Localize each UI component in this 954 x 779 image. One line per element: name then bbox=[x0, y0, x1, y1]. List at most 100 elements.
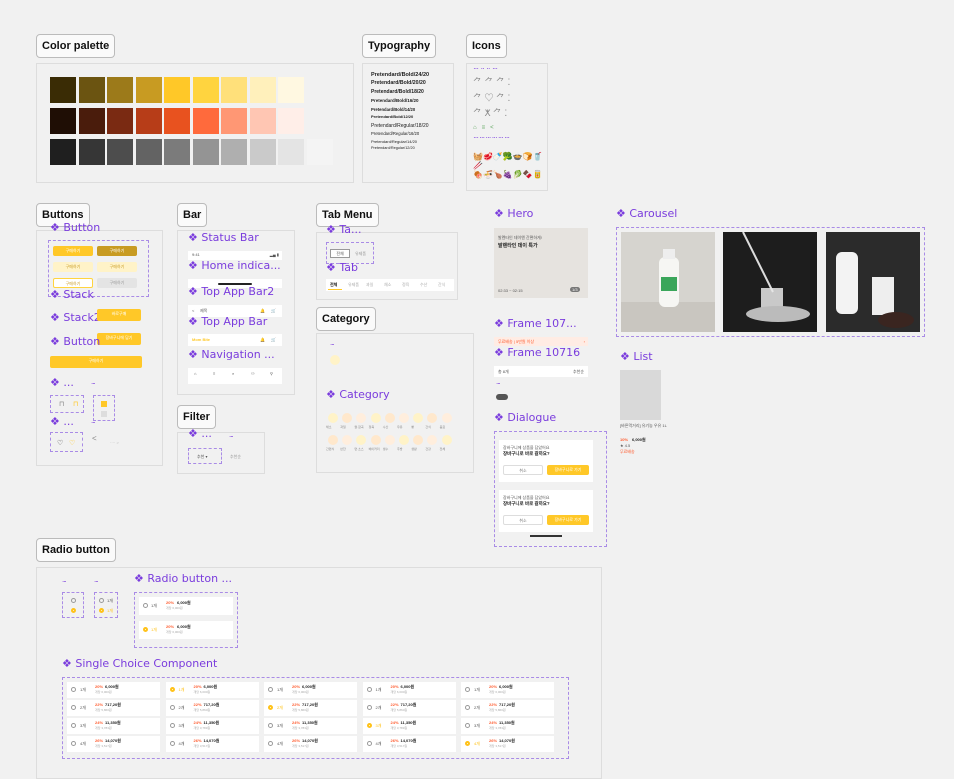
choice-option[interactable]: 3개 24% 11,350원 개당 3,783원 bbox=[67, 718, 160, 734]
tab-item[interactable]: 채소 bbox=[384, 282, 391, 288]
more-icon[interactable]: ···· > bbox=[110, 440, 119, 445]
tab-item[interactable]: 정육 bbox=[402, 282, 409, 288]
outline-button[interactable]: 구매하기 bbox=[53, 278, 93, 288]
choice-option[interactable]: 3개 24% 11,350원 개당 3,783원 bbox=[362, 718, 456, 734]
top-app-bar-label[interactable]: ❖ Top App Bar bbox=[188, 316, 267, 328]
tab-item[interactable]: 간식 bbox=[438, 282, 445, 288]
tab-item[interactable]: 유제품 bbox=[348, 282, 359, 288]
tab-label[interactable]: ❖ Tab bbox=[326, 262, 358, 274]
heart-icon[interactable]: ♡ bbox=[57, 439, 63, 448]
home-indicator-label[interactable]: ❖ Home indica... bbox=[188, 260, 281, 272]
choice-option[interactable]: 2개 22% 717,20원 개당 5,860원 bbox=[165, 700, 259, 716]
light-button-2[interactable]: 구매하기 bbox=[97, 262, 137, 272]
color-swatch[interactable] bbox=[107, 77, 133, 103]
category-icon[interactable] bbox=[328, 413, 338, 423]
choice-option[interactable]: 3개 24% 11,350원 개당 3,783원 bbox=[264, 718, 357, 734]
disabled-button[interactable]: 구매하기 bbox=[97, 278, 137, 288]
checkbox-checked[interactable] bbox=[101, 401, 107, 407]
color-swatch[interactable] bbox=[78, 139, 105, 165]
radio-unchecked[interactable] bbox=[169, 723, 175, 728]
radio-option-card[interactable]: 1개 20% 6,000원 개당 6,000원 bbox=[139, 621, 233, 639]
choice-option[interactable]: 4개 26% 14,070원 개당 3,517원 bbox=[67, 736, 160, 752]
radio-unchecked[interactable] bbox=[465, 723, 470, 728]
list-product-image[interactable] bbox=[620, 370, 661, 420]
carousel-image-milk-pour[interactable] bbox=[723, 232, 817, 332]
dialogue-label[interactable]: ❖ Dialogue bbox=[494, 412, 556, 424]
category-icon[interactable] bbox=[399, 413, 409, 423]
carousel-image-milk-cookies[interactable] bbox=[826, 232, 920, 332]
section-filter[interactable]: Filter bbox=[177, 405, 216, 429]
wide-button[interactable]: 구매하기 bbox=[50, 356, 142, 368]
dialogue-cancel-button[interactable]: 취소 bbox=[503, 465, 543, 475]
carousel-label[interactable]: ❖ Carousel bbox=[616, 208, 677, 220]
radio-checked[interactable] bbox=[99, 608, 104, 613]
dialogue-confirm-button[interactable]: 장바구니로 가기 bbox=[547, 515, 589, 525]
status-bar-label[interactable]: ❖ Status Bar bbox=[188, 232, 259, 244]
radio-unchecked[interactable] bbox=[465, 705, 470, 710]
radio-checked[interactable] bbox=[366, 723, 372, 728]
color-swatch[interactable] bbox=[164, 139, 190, 165]
color-swatch[interactable] bbox=[107, 139, 133, 165]
choice-option[interactable]: 1개 20% 6,000원 개당 6,000원 bbox=[362, 682, 456, 698]
color-swatch[interactable] bbox=[249, 139, 276, 165]
brand-logo[interactable]: Mom Bite bbox=[192, 337, 210, 342]
checkbox-unchecked[interactable] bbox=[101, 411, 107, 417]
tab-a-label[interactable]: ❖ Ta... bbox=[326, 224, 362, 236]
color-swatch[interactable] bbox=[249, 77, 276, 103]
color-swatch[interactable] bbox=[221, 77, 247, 103]
choice-option[interactable]: 4개 26% 14,070원 개당 3,517원 bbox=[165, 736, 259, 752]
choice-option[interactable]: 1개 20% 6,000원 개당 6,000원 bbox=[264, 682, 357, 698]
radio-unchecked[interactable] bbox=[71, 723, 76, 728]
primary-dark-button[interactable]: 구매하기 bbox=[97, 246, 137, 256]
category-icon[interactable] bbox=[384, 413, 395, 423]
stack2-component-label[interactable]: ❖ Stack2 bbox=[50, 312, 101, 324]
section-bar[interactable]: Bar bbox=[177, 203, 208, 227]
choice-option[interactable]: 3개 24% 11,350원 개당 3,783원 bbox=[461, 718, 554, 734]
color-swatch[interactable] bbox=[50, 108, 76, 134]
radio-unchecked[interactable] bbox=[169, 705, 175, 710]
hero-label[interactable]: ❖ Hero bbox=[494, 208, 533, 220]
choice-option[interactable]: 4개 26% 14,070원 개당 3,517원 bbox=[461, 736, 554, 752]
single-choice-label[interactable]: ❖ Single Choice Component bbox=[62, 658, 217, 670]
nav-user-icon[interactable]: ⚇ bbox=[251, 371, 255, 376]
list-label[interactable]: ❖ List bbox=[620, 351, 653, 363]
radio-unchecked[interactable] bbox=[268, 723, 273, 728]
radio-unchecked[interactable] bbox=[465, 687, 470, 692]
radio-unchecked[interactable] bbox=[99, 598, 104, 603]
choice-option[interactable]: 3개 24% 11,350원 개당 3,783원 bbox=[165, 718, 259, 734]
tab-pill-active[interactable]: 전체 bbox=[330, 249, 350, 258]
dialogue-confirm-button[interactable]: 장바구니로 가기 bbox=[547, 465, 589, 475]
color-swatch[interactable] bbox=[221, 108, 247, 134]
category-icon[interactable] bbox=[399, 435, 409, 445]
color-swatch[interactable] bbox=[306, 139, 333, 165]
section-radio-button[interactable]: Radio button bbox=[36, 538, 116, 562]
section-color-palette[interactable]: Color palette bbox=[36, 34, 116, 58]
choice-option[interactable]: 1개 20% 6,000원 개당 6,000원 bbox=[67, 682, 160, 698]
radio-unchecked[interactable] bbox=[71, 705, 76, 710]
color-swatch[interactable] bbox=[278, 108, 304, 134]
category-icon[interactable] bbox=[441, 413, 452, 423]
list-product-name[interactable]: [바른먹거리] 유기농 우유 1L bbox=[620, 423, 667, 429]
notice-banner[interactable]: 무료배송 | 5만원 이상 › bbox=[494, 337, 588, 346]
radio-option-card[interactable]: 1개 20% 6,000원 개당 6,000원 bbox=[139, 597, 233, 615]
radio-button-comp-label[interactable]: ❖ Radio button ... bbox=[134, 573, 232, 585]
nav-search-icon[interactable]: ⌕ bbox=[232, 371, 234, 376]
color-swatch[interactable] bbox=[278, 139, 304, 165]
choice-option[interactable]: 2개 22% 717,20원 개당 5,860원 bbox=[67, 700, 160, 716]
color-swatch[interactable] bbox=[50, 77, 76, 103]
choice-option[interactable]: 2개 22% 717,20원 개당 5,860원 bbox=[461, 700, 554, 716]
dots2-component-label[interactable]: ❖ ... bbox=[50, 416, 74, 428]
color-swatch[interactable] bbox=[278, 77, 304, 103]
color-swatch[interactable] bbox=[249, 108, 276, 134]
radio-unchecked[interactable] bbox=[366, 687, 372, 692]
category-icon[interactable] bbox=[384, 435, 395, 445]
color-swatch[interactable] bbox=[78, 77, 105, 103]
primary-button[interactable]: 구매하기 bbox=[53, 246, 93, 256]
radio-unchecked[interactable] bbox=[71, 741, 76, 746]
radio-unchecked[interactable] bbox=[268, 687, 273, 692]
color-swatch[interactable] bbox=[78, 108, 105, 134]
back-icon[interactable]: < bbox=[192, 308, 194, 313]
top-app-bar2-label[interactable]: ❖ Top App Bar2 bbox=[188, 286, 274, 298]
color-swatch[interactable] bbox=[50, 139, 76, 165]
filter-component-label[interactable]: ❖ ... bbox=[188, 428, 212, 440]
